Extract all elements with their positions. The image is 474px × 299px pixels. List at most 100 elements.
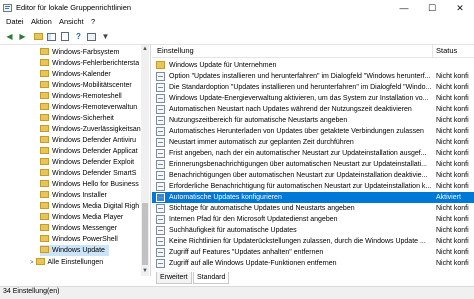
view-tabs: Erweitert Standard bbox=[152, 272, 474, 285]
tree-item[interactable]: Windows-Remoteshell bbox=[40, 91, 122, 102]
folder-icon bbox=[40, 136, 49, 143]
policy-setting-icon bbox=[156, 171, 165, 180]
navigation-tree: Windows-Farbsystem Windows-Fehlerbericht… bbox=[0, 45, 151, 276]
column-setting[interactable]: Einstellung bbox=[157, 46, 194, 55]
policy-setting-icon bbox=[156, 116, 165, 125]
list-row[interactable]: Benachrichtigungen über automatischen Ne… bbox=[152, 170, 474, 181]
settings-list: Einstellung Status Windows Update für Un… bbox=[152, 45, 474, 270]
tree-item[interactable]: Windows Defender SmartS bbox=[40, 168, 136, 179]
properties-icon[interactable] bbox=[86, 31, 97, 42]
list-row[interactable]: Option "Updates installieren und herunte… bbox=[152, 71, 474, 82]
policy-setting-icon bbox=[156, 259, 165, 268]
tree-item-all-settings[interactable]: > Alle Einstellungen bbox=[30, 257, 103, 268]
list-row[interactable]: Neustart immer automatisch zur geplanten… bbox=[152, 137, 474, 148]
tree-item[interactable]: Windows-Farbsystem bbox=[40, 47, 119, 58]
folder-icon bbox=[40, 202, 49, 209]
list-row[interactable]: Windows Update-Energieverwaltung aktivie… bbox=[152, 93, 474, 104]
policy-setting-icon bbox=[156, 127, 165, 136]
minimize-button[interactable]: — bbox=[390, 0, 418, 16]
list-row[interactable]: Erforderliche Benachrichtigung für autom… bbox=[152, 181, 474, 192]
menu-help[interactable]: ? bbox=[91, 17, 95, 26]
tree-item[interactable]: Windows Defender Applicat bbox=[40, 146, 138, 157]
policy-setting-icon bbox=[156, 248, 165, 257]
up-folder-icon[interactable] bbox=[33, 31, 44, 42]
menu-datei[interactable]: Datei bbox=[6, 17, 24, 26]
tree-item[interactable]: Windows-Fehlerberichtersta bbox=[40, 58, 139, 69]
list-row[interactable]: Keine Richtlinien für Updaterückstellung… bbox=[152, 236, 474, 247]
list-row[interactable]: Zugriff auf Features "Updates anhalten" … bbox=[152, 247, 474, 258]
tree-item[interactable]: Windows-Remoteverwaltun bbox=[40, 102, 137, 113]
tree-item[interactable]: Windows PowerShell bbox=[40, 234, 118, 245]
list-row[interactable]: Zugriff auf alle Windows Update-Funktion… bbox=[152, 258, 474, 269]
maximize-button[interactable]: ☐ bbox=[418, 0, 446, 16]
list-row[interactable]: Suchhäufigkeit für automatische Updates N… bbox=[152, 225, 474, 236]
policy-setting-icon bbox=[156, 149, 165, 158]
folder-icon bbox=[156, 61, 165, 69]
list-row-folder[interactable]: Windows Update für Unternehmen bbox=[152, 60, 474, 71]
tree-item[interactable]: Windows Defender Exploit bbox=[40, 157, 134, 168]
folder-icon bbox=[40, 59, 49, 66]
forward-icon[interactable]: ▶ bbox=[17, 31, 28, 42]
toolbar: ◀ ▶ ? ▼ bbox=[0, 29, 474, 45]
column-divider[interactable] bbox=[432, 45, 433, 57]
tree-scrollbar[interactable]: ▲ ▼ bbox=[141, 45, 149, 276]
list-header: Einstellung Status bbox=[152, 45, 474, 58]
back-icon[interactable]: ◀ bbox=[4, 31, 15, 42]
scroll-up-icon[interactable]: ▲ bbox=[141, 45, 149, 54]
folder-icon bbox=[40, 147, 49, 154]
tab-standard[interactable]: Standard bbox=[193, 272, 230, 284]
list-row[interactable]: Frist angeben, nach der ein automatische… bbox=[152, 148, 474, 159]
filter-icon[interactable]: ▼ bbox=[100, 31, 111, 42]
folder-icon bbox=[40, 158, 49, 165]
list-row-selected[interactable]: Automatische Updates konfigurieren Aktivi… bbox=[152, 192, 474, 203]
chevron-right-icon: > bbox=[30, 260, 34, 266]
folder-icon bbox=[40, 180, 49, 187]
list-row[interactable]: Automatischen Neustart nach Updates währ… bbox=[152, 104, 474, 115]
policy-setting-icon bbox=[156, 215, 165, 224]
list-row[interactable]: Automatisches Herunterladen von Updates … bbox=[152, 126, 474, 137]
group-policy-icon bbox=[3, 4, 12, 12]
tree-item[interactable]: Windows Media Player bbox=[40, 212, 123, 223]
show-hide-tree-icon[interactable] bbox=[46, 31, 57, 42]
folder-icon bbox=[40, 48, 49, 55]
folder-icon bbox=[40, 70, 49, 77]
window-title: Editor für lokale Gruppenrichtlinien bbox=[16, 3, 132, 12]
list-row[interactable]: Die Standardoption "Updates installieren… bbox=[152, 82, 474, 93]
tree-item[interactable]: Windows-Kalender bbox=[40, 69, 111, 80]
list-row[interactable]: Stichtage für automatische Updates und N… bbox=[152, 203, 474, 214]
tree-item[interactable]: Windows Hello for Business bbox=[40, 179, 139, 190]
folder-icon bbox=[40, 169, 49, 176]
tree-item[interactable]: Windows Messenger bbox=[40, 223, 117, 234]
tree-item[interactable]: Windows-Zuverlässigkeitsan bbox=[40, 124, 141, 135]
tree-item[interactable]: Windows Defender Antiviru bbox=[40, 135, 136, 146]
tree-item[interactable]: Windows-Sicherheit bbox=[40, 113, 114, 124]
title-bar: Editor für lokale Gruppenrichtlinien — ☐… bbox=[0, 0, 474, 16]
close-button[interactable]: ✕ bbox=[446, 0, 474, 16]
policy-setting-icon bbox=[156, 237, 165, 246]
list-row[interactable]: Internen Pfad für den Microsoft Updatedi… bbox=[152, 214, 474, 225]
export-list-icon[interactable] bbox=[59, 31, 70, 42]
tree-item[interactable]: Windows-Mobilitätscenter bbox=[40, 80, 132, 91]
folder-icon bbox=[40, 191, 49, 198]
tab-erweitert[interactable]: Erweitert bbox=[156, 272, 192, 284]
status-bar: 34 Einstellung(en) bbox=[0, 286, 474, 299]
folder-icon bbox=[35, 258, 45, 265]
policy-setting-icon bbox=[156, 105, 165, 114]
tree-item-windows-update[interactable]: Windows Update bbox=[40, 245, 109, 256]
scroll-down-icon[interactable]: ▼ bbox=[141, 267, 149, 276]
tree-item[interactable]: Windows Media Digital Righ bbox=[40, 201, 139, 212]
tree-scroll-thumb[interactable] bbox=[142, 203, 148, 265]
folder-icon bbox=[40, 235, 49, 242]
menu-aktion[interactable]: Aktion bbox=[31, 17, 52, 26]
list-row[interactable]: Nutzungszeitbereich für automatische Neu… bbox=[152, 115, 474, 126]
folder-open-icon bbox=[40, 246, 49, 253]
folder-icon bbox=[40, 92, 49, 99]
policy-setting-icon bbox=[156, 138, 165, 147]
help-icon[interactable]: ? bbox=[73, 31, 84, 42]
policy-setting-icon bbox=[156, 72, 165, 81]
list-row[interactable]: Erinnerungsbenachrichtigungen über autom… bbox=[152, 159, 474, 170]
policy-setting-icon bbox=[156, 83, 165, 92]
column-state[interactable]: Status bbox=[436, 46, 457, 55]
tree-item[interactable]: Windows Installer bbox=[40, 190, 107, 201]
menu-ansicht[interactable]: Ansicht bbox=[59, 17, 84, 26]
